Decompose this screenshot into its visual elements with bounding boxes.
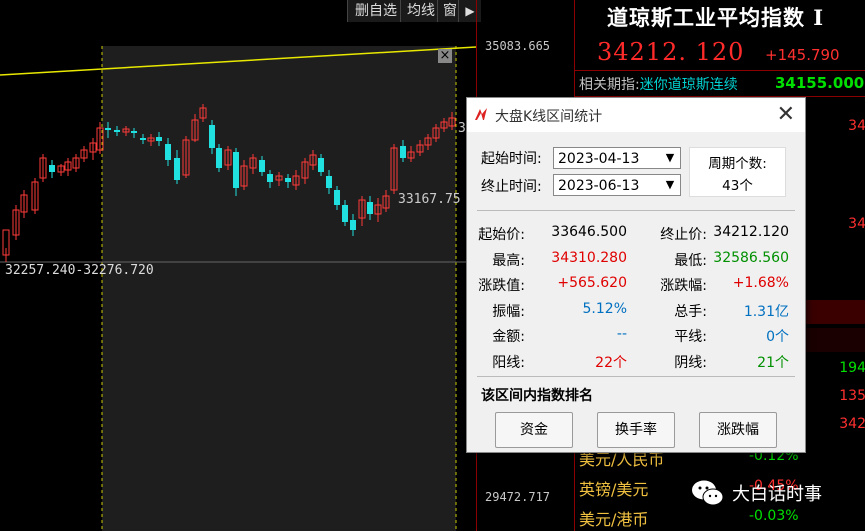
axis-top-price: 35083.665 — [485, 39, 551, 53]
close-interval-icon[interactable]: × — [438, 49, 452, 63]
edge-value: 135 — [839, 388, 865, 404]
close-icon[interactable]: ✕ — [777, 102, 795, 127]
stat-label-left: 起始价: — [478, 227, 525, 243]
start-time-label: 起始时间: — [481, 151, 542, 167]
kline-chart[interactable]: 删自选 均线 窗 ▶ × 32257.240-32276.720 33167.7… — [0, 0, 481, 531]
stat-label-right: 涨跌幅: — [660, 278, 707, 294]
cycle-value: 43个 — [722, 178, 753, 194]
stat-label-left: 金额: — [492, 329, 525, 345]
edge-value: 194 — [839, 360, 865, 376]
end-time-label: 终止时间: — [481, 179, 542, 195]
future-price: 34155.000 — [775, 74, 865, 92]
candle-body — [140, 138, 146, 140]
rank-label: 该区间内指数排名 — [481, 388, 593, 404]
stat-label-right: 平线: — [674, 329, 707, 345]
rank-by-funds-button[interactable]: 资金 — [495, 412, 573, 448]
stat-value-right: 0个 — [766, 329, 789, 345]
stat-label-right: 终止价: — [660, 227, 707, 243]
related-link[interactable]: 迷你道琼斯连续 — [640, 77, 738, 93]
index-change: +145.790 — [765, 46, 840, 64]
edge-value: 34 — [848, 118, 865, 134]
candle-body — [259, 160, 265, 172]
ma-button[interactable]: 均线 — [400, 0, 441, 22]
chevron-down-icon: ▼ — [665, 178, 675, 191]
divider — [575, 70, 865, 71]
fx-name[interactable]: 英镑/美元 — [579, 476, 648, 500]
start-date-dropdown[interactable]: 2023-04-13 ▼ — [553, 147, 681, 169]
stat-value-left: -- — [616, 326, 627, 342]
related-futures: 相关期指:迷你道琼斯连续 — [579, 74, 738, 94]
stat-label-right: 阴线: — [674, 354, 707, 371]
index-price: 34212. 120 — [597, 38, 745, 66]
candle-body — [318, 158, 324, 172]
candle-body — [114, 130, 120, 132]
interval-range-label: 32257.240-32276.720 — [5, 263, 154, 278]
stat-value-left: 34310.280 — [551, 249, 627, 266]
candle-body — [165, 144, 171, 160]
stat-label-left: 涨跌值: — [478, 278, 525, 294]
fx-name[interactable]: 美元/港币 — [579, 506, 648, 530]
candle-body — [326, 176, 332, 188]
chevron-down-icon: ▼ — [665, 151, 675, 164]
edge-value: 342 — [839, 416, 865, 432]
candle-body — [342, 205, 348, 222]
start-date-value: 2023-04-13 — [558, 151, 640, 167]
stat-value-left: 22个 — [595, 354, 627, 371]
stat-label-left: 阳线: — [492, 354, 525, 371]
related-label: 相关期指: — [579, 77, 640, 93]
fx-value: -0.03% — [749, 508, 799, 524]
stat-value-right: 1.31亿 — [743, 303, 789, 320]
app-logo-icon — [475, 108, 487, 120]
stat-label-right: 总手: — [674, 303, 707, 320]
separator — [477, 210, 795, 211]
stat-value-left: +565.620 — [557, 275, 627, 291]
stat-value-right: 21个 — [757, 354, 789, 371]
end-date-dropdown[interactable]: 2023-06-13 ▼ — [553, 174, 681, 196]
dialog-title: 大盘K线区间统计 — [495, 109, 603, 125]
separator — [477, 376, 795, 377]
candle-body — [174, 158, 180, 180]
dialog-titlebar[interactable]: 大盘K线区间统计 ✕ — [467, 98, 805, 132]
index-title: 道琼斯工业平均指数 I — [607, 5, 825, 30]
candle-body — [233, 152, 239, 188]
edge-value: 34 — [848, 216, 865, 232]
candle-body — [334, 190, 340, 205]
rank-by-change-button[interactable]: 涨跌幅 — [699, 412, 777, 448]
price-marker-fragment: 3 — [458, 121, 466, 136]
cycle-label: 周期个数: — [708, 156, 767, 172]
stat-value-left: 5.12% — [582, 300, 627, 317]
stat-value-left: 33646.500 — [551, 224, 627, 240]
candle-body — [49, 165, 55, 172]
interval-highlight — [102, 46, 456, 531]
kline-interval-stats-dialog: 大盘K线区间统计 ✕ 起始时间: 2023-04-13 ▼ 终止时间: 2023… — [466, 97, 806, 453]
end-date-value: 2023-06-13 — [558, 178, 640, 194]
candle-body — [350, 220, 356, 230]
candle-body — [209, 125, 215, 148]
candle-body — [367, 202, 373, 214]
candle-body — [131, 131, 137, 133]
stat-label-right: 最低: — [674, 252, 707, 269]
candle-body — [285, 178, 291, 182]
stat-label-left: 振幅: — [492, 303, 525, 320]
watermark-text: 大白话时事 — [732, 484, 822, 505]
cycle-count-box: 周期个数: 43个 — [689, 147, 786, 197]
candle-body — [216, 148, 222, 168]
price-marker: 33167.75 — [398, 192, 461, 207]
stat-value-right: 34212.120 — [713, 224, 789, 240]
candle-body — [156, 137, 162, 141]
candle-body — [267, 174, 273, 182]
delete-watchlist-button[interactable]: 删自选 — [347, 0, 404, 22]
axis-bottom-price: 29472.717 — [485, 490, 551, 504]
candle-body — [105, 128, 111, 130]
stat-value-right: +1.68% — [732, 275, 789, 291]
stat-label-left: 最高: — [492, 252, 525, 269]
candle-body — [400, 146, 406, 158]
stat-value-right: 32586.560 — [713, 249, 789, 266]
wechat-icon — [692, 480, 724, 506]
rank-by-turnover-button[interactable]: 换手率 — [597, 412, 675, 448]
